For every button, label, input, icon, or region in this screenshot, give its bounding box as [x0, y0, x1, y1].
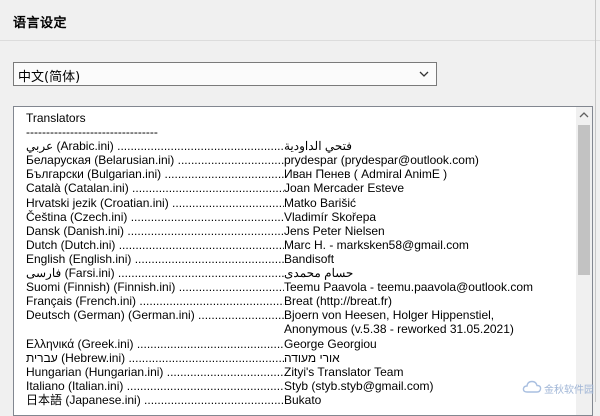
chevron-down-icon: [419, 71, 429, 77]
watermark-text: 金秋软件园: [544, 385, 594, 396]
translator-name: Иван Пенев ( Admiral AnimE ): [284, 167, 448, 182]
language-name: עברית (Hebrew.ini) .....................…: [26, 350, 284, 365]
translator-row: Anonymous (v.5.38 - reworked 31.05.2021): [26, 322, 574, 336]
translator-row: Čeština (Czech.ini) ....................…: [26, 210, 574, 224]
translator-row: 日本語 (Japanese.ini) .....................…: [26, 393, 574, 407]
scroll-up-arrow-icon[interactable]: [576, 107, 592, 123]
translator-row: עברית (Hebrew.ini) .....................…: [26, 351, 574, 365]
language-name: Български (Bulgarian.ini) ..............…: [26, 167, 284, 182]
translator-row: Dansk (Danish.ini) .....................…: [26, 224, 574, 238]
translator-name: אורי מעודה: [284, 350, 340, 365]
translator-name: Jens Peter Nielsen: [284, 223, 385, 238]
scrollbar-thumb[interactable]: [578, 125, 590, 275]
vertical-scrollbar[interactable]: [576, 107, 592, 415]
language-name: Čeština (Czech.ini) ....................…: [26, 209, 284, 224]
translator-row: Български (Bulgarian.ini) ..............…: [26, 167, 574, 181]
translator-name: حسام محمدی: [284, 266, 354, 281]
cloud-logo-icon: [522, 380, 542, 393]
language-name: Hungarian (Hungarian.ini) ..............…: [26, 364, 284, 379]
translator-name: Styb (styb.styb@gmail.com): [284, 378, 434, 393]
language-name: فارسی (Farsi.ini) ......................…: [26, 266, 284, 281]
dialog-title: 语言设定: [13, 16, 68, 31]
translator-name: George Georgiou: [284, 336, 377, 351]
language-name: Dansk (Danish.ini) .....................…: [26, 223, 284, 238]
translator-name: Matko Barišić: [284, 195, 357, 210]
translators-content: Translators ----------------------------…: [26, 111, 574, 407]
translator-row: Deutsch (German) (German.ini) ..........…: [26, 308, 574, 322]
translator-row: فارسی (Farsi.ini) ......................…: [26, 266, 574, 280]
translators-separator: ---------------------------------: [26, 125, 158, 140]
language-name: Dutch (Dutch.ini) ......................…: [26, 237, 284, 252]
language-name: Ελληνικά (Greek.ini) ...................…: [26, 336, 284, 351]
language-name: Hrvatski jezik (Croatian.ini) ..........…: [26, 195, 284, 210]
translator-name: فتحي الداودية: [284, 139, 352, 154]
translators-listbox[interactable]: Translators ----------------------------…: [13, 106, 593, 416]
language-name: English (English.ini) ..................…: [26, 251, 284, 266]
header-divider: [0, 40, 600, 41]
translator-name: Teemu Paavola - teemu.paavola@outlook.co…: [284, 280, 533, 295]
translator-row: English (English.ini) ..................…: [26, 252, 574, 266]
translator-name: Joan Mercader Esteve: [284, 181, 405, 196]
translator-name: Bukato: [284, 392, 322, 407]
translator-row: عربي (Arabic.ini) ......................…: [26, 139, 574, 153]
translator-row: Suomi (Finnish) (Finnish.ini) ..........…: [26, 280, 574, 294]
language-name: Français (French.ini) ..................…: [26, 294, 284, 309]
translator-name: Vladimír Skořepa: [284, 209, 377, 224]
language-name: 日本語 (Japanese.ini) .....................…: [26, 392, 284, 407]
translator-name: Anonymous (v.5.38 - reworked 31.05.2021): [284, 322, 514, 337]
language-dropdown[interactable]: 中文(简体): [13, 62, 437, 86]
window-edge: [595, 0, 596, 402]
translator-row: Ελληνικά (Greek.ini) ...................…: [26, 337, 574, 351]
translator-row: Italiano (Italian.ini) .................…: [26, 379, 574, 393]
translator-name: Breat (http://breat.fr): [284, 294, 393, 309]
translator-entries: عربي (Arabic.ini) ......................…: [26, 139, 574, 407]
translator-row: Hrvatski jezik (Croatian.ini) ..........…: [26, 196, 574, 210]
translator-row: Català (Catalan.ini) ...................…: [26, 181, 574, 195]
language-name: Català (Catalan.ini) ...................…: [26, 181, 284, 196]
translator-row: Беларуская (Belarusian.ini) ............…: [26, 153, 574, 167]
watermark-logo: 金秋软件园: [522, 378, 594, 398]
translator-name: Zityi's Translator Team: [284, 364, 404, 379]
translator-row: Dutch (Dutch.ini) ......................…: [26, 238, 574, 252]
language-name: Беларуская (Belarusian.ini) ............…: [26, 153, 284, 168]
language-name: عربي (Arabic.ini) ......................…: [26, 139, 284, 154]
translator-row: Français (French.ini) ..................…: [26, 294, 574, 308]
translators-header: Translators: [26, 111, 86, 125]
translator-name: Bjoern von Heesen, Holger Hippenstiel,: [284, 308, 495, 323]
language-name: Italiano (Italian.ini) .................…: [26, 378, 284, 393]
translator-name: Bandisoft: [284, 251, 335, 266]
language-dropdown-value: 中文(简体): [18, 70, 81, 85]
translator-row: Hungarian (Hungarian.ini) ..............…: [26, 365, 574, 379]
translator-name: Marc H. - marksken58@gmail.com: [284, 237, 469, 252]
translator-name: prydespar (prydespar@outlook.com): [284, 153, 479, 168]
language-name: Deutsch (German) (German.ini) ..........…: [26, 308, 284, 323]
language-name: Suomi (Finnish) (Finnish.ini) ..........…: [26, 280, 284, 295]
